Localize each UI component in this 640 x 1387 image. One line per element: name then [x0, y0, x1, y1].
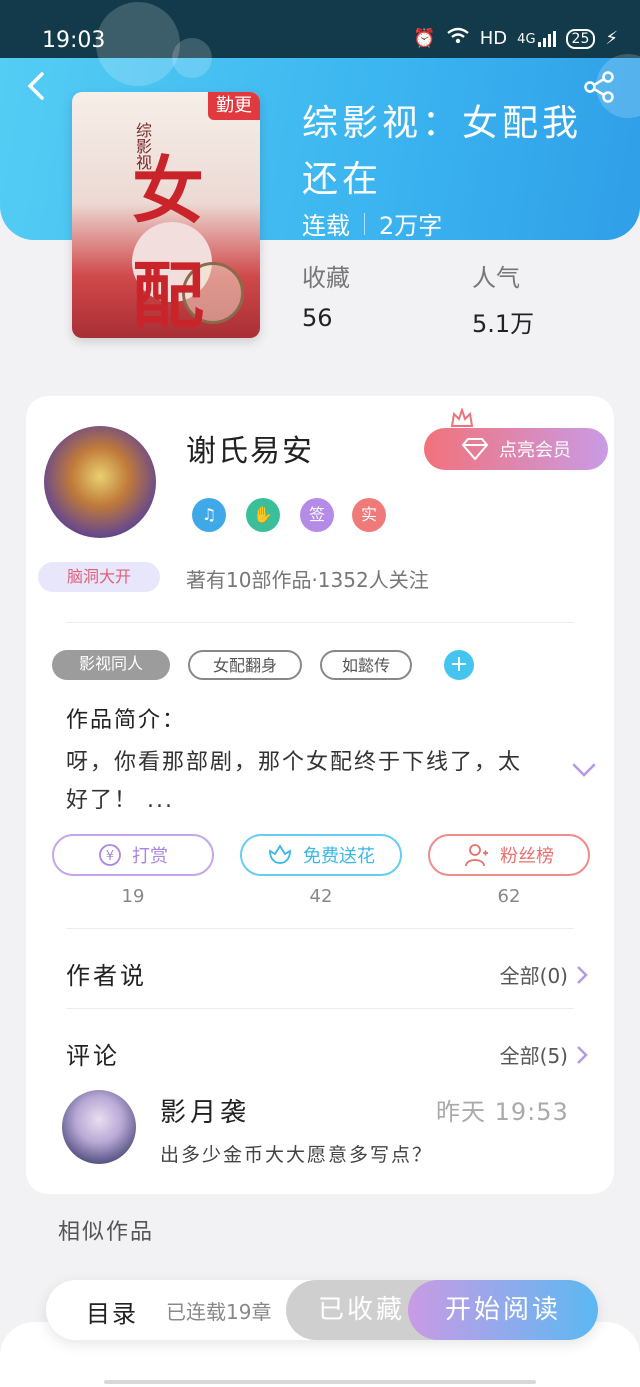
decor-bubble	[96, 2, 180, 86]
author-says-title: 作者说	[66, 962, 147, 990]
author-says-all-link[interactable]: 全部(0)	[500, 960, 588, 989]
commenter-name[interactable]: 影月袭	[160, 1092, 250, 1129]
home-indicator	[104, 1380, 536, 1384]
tag-film-fanfic[interactable]: 影视同人	[52, 650, 170, 680]
send-flower-button[interactable]: 免费送花	[240, 834, 402, 876]
word-count: 2万字	[379, 212, 443, 240]
similar-works-title: 相似作品	[58, 1220, 155, 1245]
cover-title: 女配	[132, 148, 204, 338]
status-icons: ⏰ HD 4G 25 ⚡	[413, 27, 618, 50]
comments-all-link[interactable]: 全部(5)	[500, 1040, 588, 1069]
add-tag-button[interactable]: +	[444, 650, 474, 680]
author-name[interactable]: 谢氏易安	[186, 426, 314, 470]
battery-level: 25	[571, 30, 590, 47]
book-meta: 连载 2万字	[302, 206, 442, 241]
back-button[interactable]	[22, 70, 54, 102]
verified-icon[interactable]: 实	[352, 498, 386, 532]
battery-icon: 25	[565, 28, 596, 49]
flower-icon	[269, 844, 291, 864]
crown-icon	[450, 408, 474, 427]
divider	[66, 1008, 574, 1009]
send-flower-label: 免费送花	[303, 846, 375, 867]
stat-value-favorites: 56	[302, 304, 333, 332]
fans-ranking-label: 粉丝榜	[500, 846, 554, 867]
comments-count: 全部(5)	[499, 1044, 568, 1068]
stat-label-popularity: 人气	[472, 264, 520, 292]
meta-divider	[364, 212, 365, 235]
tag-female-lead[interactable]: 女配翻身	[188, 650, 302, 680]
chevron-right-icon	[577, 1045, 588, 1064]
intro-text: 呀，你看那部剧，那个女配终于下线了，太好了！ ...	[66, 750, 523, 813]
svg-text:¥: ¥	[106, 849, 114, 864]
decor-bubble	[172, 38, 212, 78]
reward-label: 打赏	[132, 846, 168, 867]
vip-button-label: 点亮会员	[499, 440, 571, 461]
update-tag: 勤更	[208, 92, 260, 120]
chevron-left-icon	[27, 72, 44, 100]
sign-icon[interactable]: 签	[300, 498, 334, 532]
serial-status: 连载	[302, 212, 350, 240]
comment-time: 昨天 19:53	[436, 1098, 569, 1126]
author-says-count: 全部(0)	[499, 964, 568, 988]
stat-value-popularity: 5.1万	[472, 310, 535, 338]
divider	[66, 622, 574, 623]
tag-ruyi[interactable]: 如懿传	[320, 650, 412, 680]
comment-text[interactable]: 出多少金币大大愿意多写点？	[160, 1140, 433, 1167]
comments-title: 评论	[66, 1042, 120, 1070]
alarm-icon: ⏰	[413, 28, 436, 49]
book-title: 综影视：女配我还在	[302, 103, 583, 200]
toc-status: 已连载19章	[166, 1300, 272, 1324]
music-note-icon[interactable]: ♫	[192, 498, 226, 532]
network-label: HD	[479, 28, 508, 49]
start-reading-button[interactable]: 开始阅读	[408, 1280, 598, 1340]
diamond-icon	[461, 438, 489, 460]
handshake-icon[interactable]: ✋	[246, 498, 280, 532]
signal-icon: 4G	[517, 30, 556, 47]
fans-ranking-button[interactable]: 粉丝榜	[428, 834, 590, 876]
flower-count: 42	[309, 886, 333, 907]
book-cover[interactable]: 综影视 女配 勤更	[72, 92, 260, 338]
toc-button[interactable]: 目录	[86, 1294, 138, 1329]
author-description: 著有10部作品·1352人关注	[186, 568, 429, 592]
stat-label-favorites: 收藏	[302, 264, 350, 292]
intro-label: 作品简介：	[66, 708, 187, 733]
reward-button[interactable]: ¥ 打赏	[52, 834, 214, 876]
charging-icon: ⚡	[605, 28, 618, 49]
fans-icon	[465, 844, 488, 867]
yuan-icon: ¥	[99, 844, 121, 866]
fans-count: 62	[497, 886, 521, 907]
author-avatar[interactable]	[44, 426, 156, 538]
commenter-avatar[interactable]	[62, 1090, 136, 1164]
wifi-icon	[446, 27, 470, 50]
reward-count: 19	[121, 886, 145, 907]
divider	[66, 928, 574, 929]
vip-button[interactable]: 点亮会员	[424, 428, 608, 470]
signal-label: 4G	[517, 31, 536, 47]
chevron-right-icon	[577, 965, 588, 984]
chevron-down-icon[interactable]	[572, 762, 596, 778]
author-title-badge: 脑洞大开	[38, 562, 160, 592]
